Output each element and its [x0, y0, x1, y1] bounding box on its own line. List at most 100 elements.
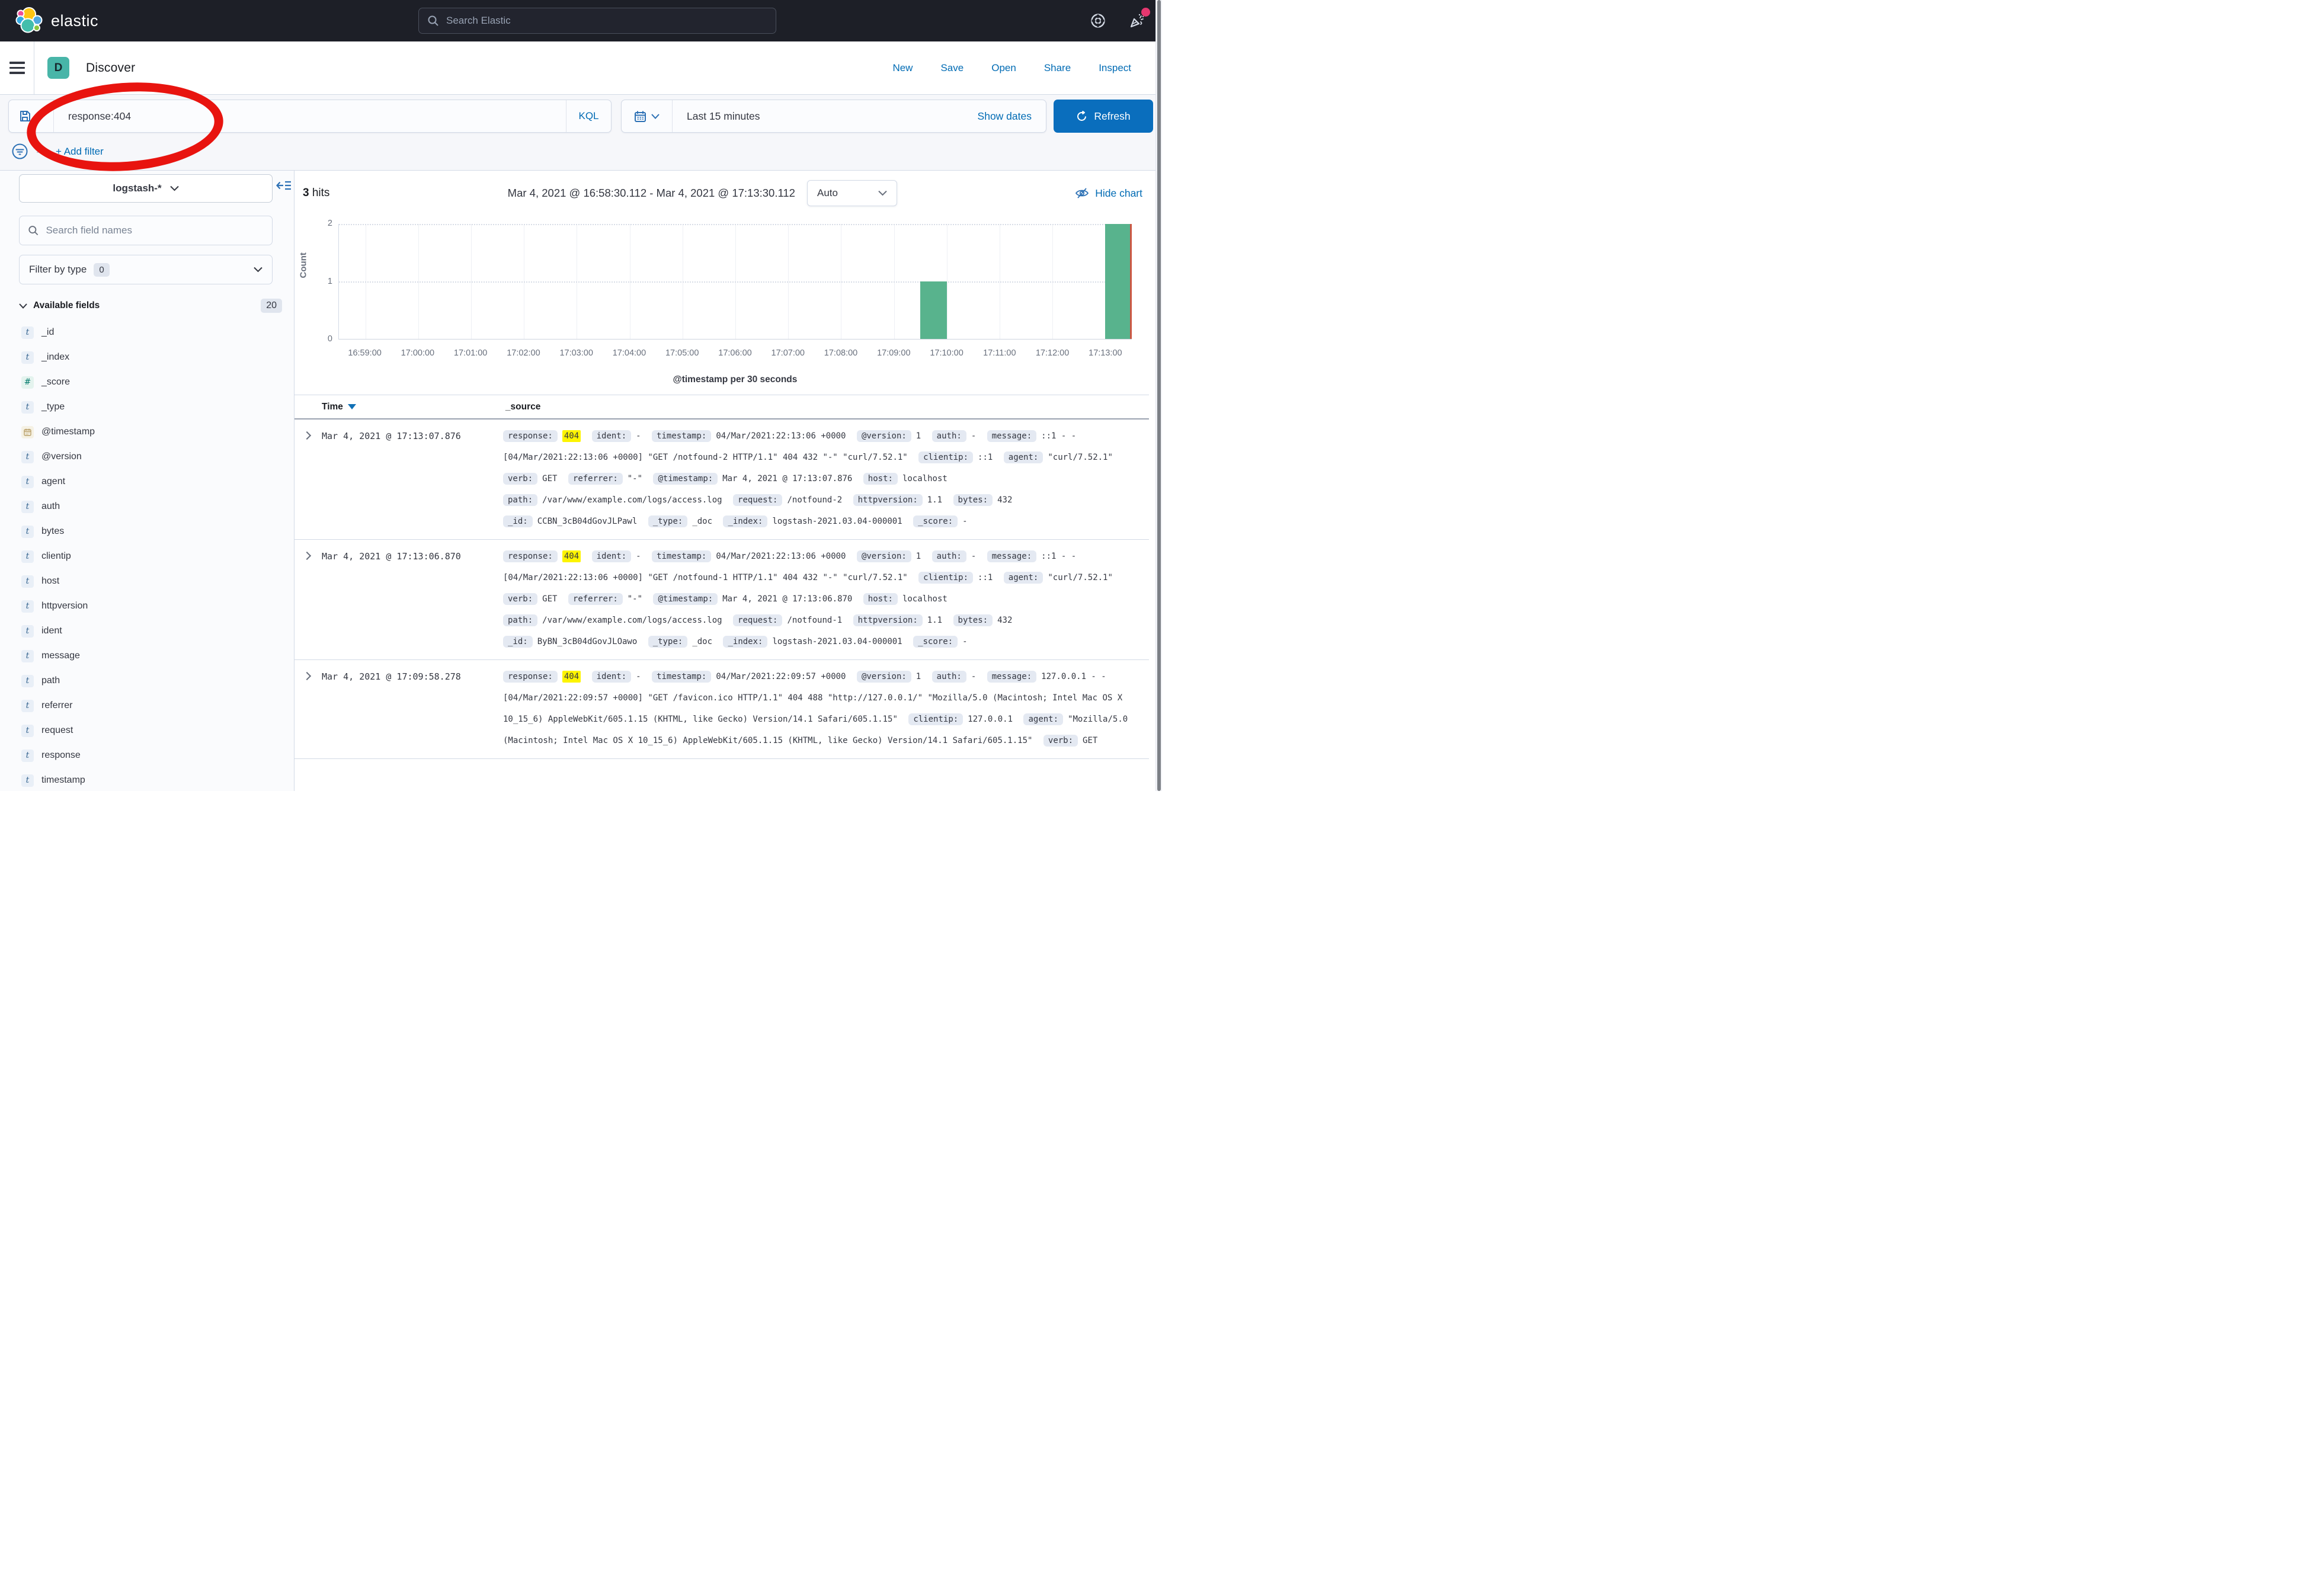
global-search-box[interactable] — [418, 8, 776, 34]
field-item-agent[interactable]: tagent — [19, 469, 294, 494]
field-item-_type[interactable]: t_type — [19, 395, 294, 419]
field-item-_score[interactable]: #_score — [19, 370, 294, 395]
content: logstash-* Filter by type 0 Available fi… — [0, 171, 1162, 791]
menu-button[interactable] — [0, 41, 34, 95]
field-item-referrer[interactable]: treferrer — [19, 693, 294, 718]
field-item-@version[interactable]: t @version — [19, 444, 294, 469]
field-item-auth[interactable]: tauth — [19, 494, 294, 519]
field-item-_index[interactable]: t_index — [19, 345, 294, 370]
field-search-box[interactable] — [19, 216, 273, 245]
field-search-input[interactable] — [46, 225, 264, 236]
index-pattern-selector[interactable]: logstash-* — [19, 174, 273, 203]
time-range-label[interactable]: Last 15 minutes — [673, 110, 760, 123]
chevron-down-icon — [36, 114, 44, 119]
available-fields-header[interactable]: Available fields 20 — [19, 299, 282, 313]
query-input[interactable] — [54, 110, 566, 123]
histogram-bar[interactable] — [920, 281, 947, 339]
source-value: 432 — [997, 616, 1012, 625]
source-field-pill: referrer: — [568, 593, 623, 605]
calendar-button[interactable] — [622, 100, 673, 132]
scrollbar-thumb[interactable] — [1157, 0, 1161, 791]
source-field-pill: _index: — [723, 515, 767, 527]
action-inspect[interactable]: Inspect — [1099, 62, 1131, 74]
gridline-horizontal — [339, 224, 1132, 225]
action-open[interactable]: Open — [991, 62, 1016, 74]
source-field-pill: _score: — [913, 636, 958, 648]
chevron-down-icon — [878, 190, 887, 196]
source-value: - — [636, 431, 641, 441]
text-field-icon: t — [21, 675, 34, 687]
source-value: GET — [542, 474, 557, 483]
app-header: D Discover NewSaveOpenShareInspect — [0, 41, 1162, 95]
refresh-button[interactable]: Refresh — [1054, 100, 1153, 133]
source-field-pill: response: — [503, 550, 558, 562]
source-value: _doc — [692, 517, 712, 526]
source-value: GET — [1083, 736, 1097, 745]
kql-button[interactable]: KQL — [566, 100, 611, 132]
help-icon[interactable] — [1090, 12, 1106, 29]
field-name-label: ident — [41, 626, 62, 636]
chevron-right-icon — [303, 552, 311, 560]
collapse-sidebar-button[interactable] — [276, 179, 292, 192]
source-field-pill: request: — [733, 614, 782, 626]
field-item-path[interactable]: tpath — [19, 668, 294, 693]
source-field-pill: clientip: — [908, 713, 963, 725]
field-name-label: _score — [41, 377, 70, 388]
row-time: Mar 4, 2021 @ 17:13:06.870 — [322, 546, 503, 652]
x-tick-label: 17:05:00 — [665, 348, 699, 358]
source-field-pill: @version: — [857, 550, 911, 562]
expand-row-button[interactable] — [294, 546, 322, 652]
source-value: - — [971, 431, 976, 441]
app-badge[interactable]: D — [47, 57, 69, 79]
hide-chart-link[interactable]: Hide chart — [1075, 187, 1142, 200]
row-time: Mar 4, 2021 @ 17:09:58.278 — [322, 666, 503, 751]
field-item-bytes[interactable]: tbytes — [19, 519, 294, 544]
action-save[interactable]: Save — [940, 62, 963, 74]
field-name-label: @version — [41, 451, 82, 462]
action-new[interactable]: New — [892, 62, 913, 74]
show-dates-link[interactable]: Show dates — [978, 110, 1046, 123]
field-name-label: response — [41, 750, 81, 761]
field-name-label: _id — [41, 327, 54, 338]
histogram-bar[interactable] — [1105, 224, 1132, 339]
source-field-pill: httpversion: — [853, 614, 923, 626]
source-value: ByBN_3cB04dGovJLOawo — [537, 637, 638, 646]
filter-icon[interactable] — [12, 143, 28, 159]
field-item-ident[interactable]: tident — [19, 619, 294, 643]
field-item-httpversion[interactable]: thttpversion — [19, 594, 294, 619]
row-source: response:404 ident:- timestamp:04/Mar/20… — [503, 546, 1149, 652]
interval-select[interactable]: Auto — [807, 180, 897, 206]
expand-row-button[interactable] — [294, 666, 322, 751]
table-row: Mar 4, 2021 @ 17:09:58.278response:404 i… — [294, 660, 1149, 759]
hide-chart-label: Hide chart — [1095, 187, 1142, 200]
field-item-request[interactable]: trequest — [19, 718, 294, 743]
field-item-response[interactable]: tresponse — [19, 743, 294, 768]
source-field-pill: timestamp: — [652, 671, 711, 683]
highlighted-value: 404 — [562, 550, 581, 562]
x-tick-label: 17:13:00 — [1089, 348, 1122, 358]
field-item-message[interactable]: tmessage — [19, 643, 294, 668]
field-item-timestamp[interactable]: ttimestamp — [19, 768, 294, 793]
add-filter-link[interactable]: + Add filter — [56, 146, 104, 158]
field-item-clientip[interactable]: tclientip — [19, 544, 294, 569]
global-search-input[interactable] — [446, 15, 767, 27]
field-name-label: _index — [41, 352, 69, 363]
source-field-pill: verb: — [503, 473, 537, 485]
field-item-_id[interactable]: t_id — [19, 320, 294, 345]
saved-query-button[interactable] — [9, 100, 54, 132]
source-value: 1 — [916, 552, 921, 561]
source-value: CCBN_3cB04dGovJLPawl — [537, 517, 638, 526]
expand-row-button[interactable] — [294, 425, 322, 532]
source-value: - — [962, 517, 967, 526]
chevron-right-icon — [303, 672, 311, 680]
document-table: Mar 4, 2021 @ 17:13:07.876response:404 i… — [294, 419, 1149, 759]
field-item-host[interactable]: thost — [19, 569, 294, 594]
field-item-@timestamp[interactable]: @timestamp — [19, 419, 294, 444]
text-field-icon: t — [21, 451, 34, 463]
filter-by-type[interactable]: Filter by type 0 — [19, 255, 273, 284]
action-share[interactable]: Share — [1044, 62, 1071, 74]
newsfeed-icon[interactable] — [1129, 12, 1145, 29]
source-field-pill: clientip: — [918, 572, 973, 584]
histogram-chart[interactable] — [338, 224, 1132, 340]
column-header-time[interactable]: Time — [322, 402, 356, 412]
